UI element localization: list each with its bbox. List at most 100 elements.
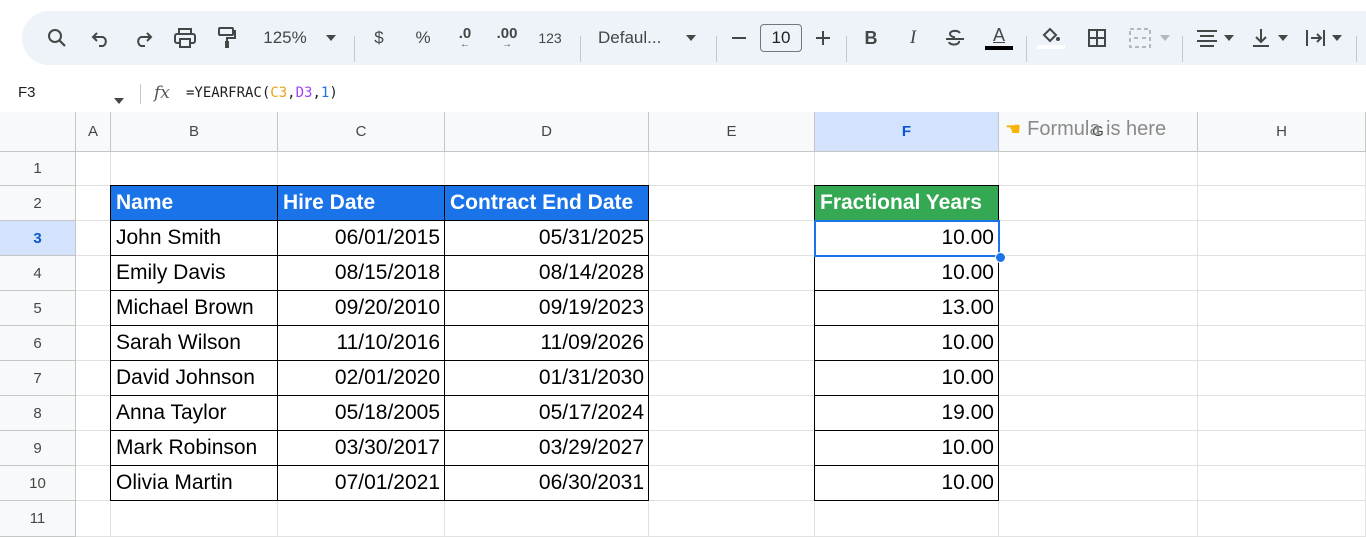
row-header-8[interactable]: 8 xyxy=(0,396,76,431)
cell-fractional-years[interactable]: 10.00 xyxy=(815,466,999,501)
row-header-4[interactable]: 4 xyxy=(0,256,76,291)
cell-e3[interactable] xyxy=(649,221,815,256)
cell-hire-date[interactable]: 09/20/2010 xyxy=(278,291,445,326)
cell-g2[interactable] xyxy=(999,186,1198,221)
row-header-9[interactable]: 9 xyxy=(0,431,76,466)
cell-hire-date[interactable]: 08/15/2018 xyxy=(278,256,445,291)
vertical-align-icon[interactable] xyxy=(1248,11,1274,65)
cell-a3[interactable] xyxy=(76,221,111,256)
cell-g9[interactable] xyxy=(999,431,1198,466)
cell-contract-end-date[interactable]: 05/17/2024 xyxy=(445,396,649,431)
cell-name[interactable]: Emily Davis xyxy=(111,256,278,291)
cell-g11[interactable] xyxy=(999,501,1198,537)
cell-contract-end-date[interactable]: 09/19/2023 xyxy=(445,291,649,326)
cell-contract-end-date[interactable]: 01/31/2030 xyxy=(445,361,649,396)
header-hire-date[interactable]: Hire Date xyxy=(278,186,445,221)
cell-name[interactable]: Olivia Martin xyxy=(111,466,278,501)
cell-name[interactable]: Mark Robinson xyxy=(111,431,278,466)
print-icon[interactable] xyxy=(172,11,198,65)
cell-a6[interactable] xyxy=(76,326,111,361)
select-all-corner[interactable] xyxy=(0,112,76,152)
cell-e4[interactable] xyxy=(649,256,815,291)
row-header-6[interactable]: 6 xyxy=(0,326,76,361)
chevron-down-icon[interactable] xyxy=(1330,11,1344,65)
row-header-7[interactable]: 7 xyxy=(0,361,76,396)
cell-b1[interactable] xyxy=(111,152,278,186)
cell-g3[interactable] xyxy=(999,221,1198,256)
cell-fractional-years[interactable]: 19.00 xyxy=(815,396,999,431)
decrease-font-size-button[interactable] xyxy=(726,11,752,65)
row-header-11[interactable]: 11 xyxy=(0,501,76,537)
fill-handle[interactable] xyxy=(995,252,1006,263)
cell-b11[interactable] xyxy=(111,501,278,537)
row-header-5[interactable]: 5 xyxy=(0,291,76,326)
row-header-1[interactable]: 1 xyxy=(0,152,76,186)
cell-e6[interactable] xyxy=(649,326,815,361)
chevron-down-icon[interactable] xyxy=(324,11,338,65)
chevron-down-icon[interactable] xyxy=(1158,11,1172,65)
cell-a2[interactable] xyxy=(76,186,111,221)
cell-name[interactable]: Anna Taylor xyxy=(111,396,278,431)
text-color-button[interactable]: A xyxy=(984,11,1014,65)
cell-a9[interactable] xyxy=(76,431,111,466)
header-contract-end-date[interactable]: Contract End Date xyxy=(445,186,649,221)
row-header-2[interactable]: 2 xyxy=(0,186,76,221)
cell-fractional-years[interactable]: 13.00 xyxy=(815,291,999,326)
redo-icon[interactable] xyxy=(130,11,156,65)
cell-f1[interactable] xyxy=(815,152,999,186)
cell-fractional-years[interactable]: 10.00 xyxy=(815,256,999,291)
name-box[interactable]: F3 xyxy=(18,84,36,101)
cell-name[interactable]: David Johnson xyxy=(111,361,278,396)
cell-fractional-years[interactable]: 10.00 xyxy=(815,361,999,396)
horizontal-align-icon[interactable] xyxy=(1194,11,1220,65)
cell-contract-end-date[interactable]: 06/30/2031 xyxy=(445,466,649,501)
cell-h6[interactable] xyxy=(1198,326,1366,361)
cell-h10[interactable] xyxy=(1198,466,1366,501)
text-wrapping-icon[interactable] xyxy=(1302,11,1328,65)
font-select[interactable]: Defaul... xyxy=(592,11,698,65)
cell-contract-end-date[interactable]: 11/09/2026 xyxy=(445,326,649,361)
cell-g4[interactable] xyxy=(999,256,1198,291)
column-header-a[interactable]: A xyxy=(76,112,111,152)
undo-icon[interactable] xyxy=(88,11,114,65)
cell-h5[interactable] xyxy=(1198,291,1366,326)
strikethrough-icon[interactable] xyxy=(942,11,968,65)
cell-e11[interactable] xyxy=(649,501,815,537)
cell-a5[interactable] xyxy=(76,291,111,326)
cell-a1[interactable] xyxy=(76,152,111,186)
cell-e1[interactable] xyxy=(649,152,815,186)
cell-h7[interactable] xyxy=(1198,361,1366,396)
header-name[interactable]: Name xyxy=(111,186,278,221)
font-size-input[interactable]: 10 xyxy=(760,24,802,52)
cell-g8[interactable] xyxy=(999,396,1198,431)
cell-g6[interactable] xyxy=(999,326,1198,361)
cell-a10[interactable] xyxy=(76,466,111,501)
cell-g5[interactable] xyxy=(999,291,1198,326)
merge-cells-icon[interactable] xyxy=(1126,11,1154,65)
cell-hire-date[interactable]: 02/01/2020 xyxy=(278,361,445,396)
formula-input[interactable]: =YEARFRAC(C3,D3,1) xyxy=(186,85,338,101)
cell-g7[interactable] xyxy=(999,361,1198,396)
column-header-d[interactable]: D xyxy=(445,112,649,152)
italic-button[interactable]: I xyxy=(900,11,926,65)
cell-h11[interactable] xyxy=(1198,501,1366,537)
cell-g1[interactable] xyxy=(999,152,1198,186)
cell-c1[interactable] xyxy=(278,152,445,186)
cell-h1[interactable] xyxy=(1198,152,1366,186)
cell-e5[interactable] xyxy=(649,291,815,326)
column-header-c[interactable]: C xyxy=(278,112,445,152)
cell-a11[interactable] xyxy=(76,501,111,537)
fill-color-icon[interactable] xyxy=(1036,11,1066,65)
cell-fractional-years[interactable]: 10.00 xyxy=(815,431,999,466)
cell-e7[interactable] xyxy=(649,361,815,396)
chevron-down-icon[interactable] xyxy=(1276,11,1290,65)
cell-name[interactable]: Michael Brown xyxy=(111,291,278,326)
increase-decimals-button[interactable]: .00 → xyxy=(492,11,522,65)
bold-button[interactable]: B xyxy=(858,11,884,65)
cell-d1[interactable] xyxy=(445,152,649,186)
cell-h9[interactable] xyxy=(1198,431,1366,466)
increase-font-size-button[interactable] xyxy=(810,11,836,65)
cell-h3[interactable] xyxy=(1198,221,1366,256)
search-icon[interactable] xyxy=(44,11,70,65)
row-header-3[interactable]: 3 xyxy=(0,221,76,256)
